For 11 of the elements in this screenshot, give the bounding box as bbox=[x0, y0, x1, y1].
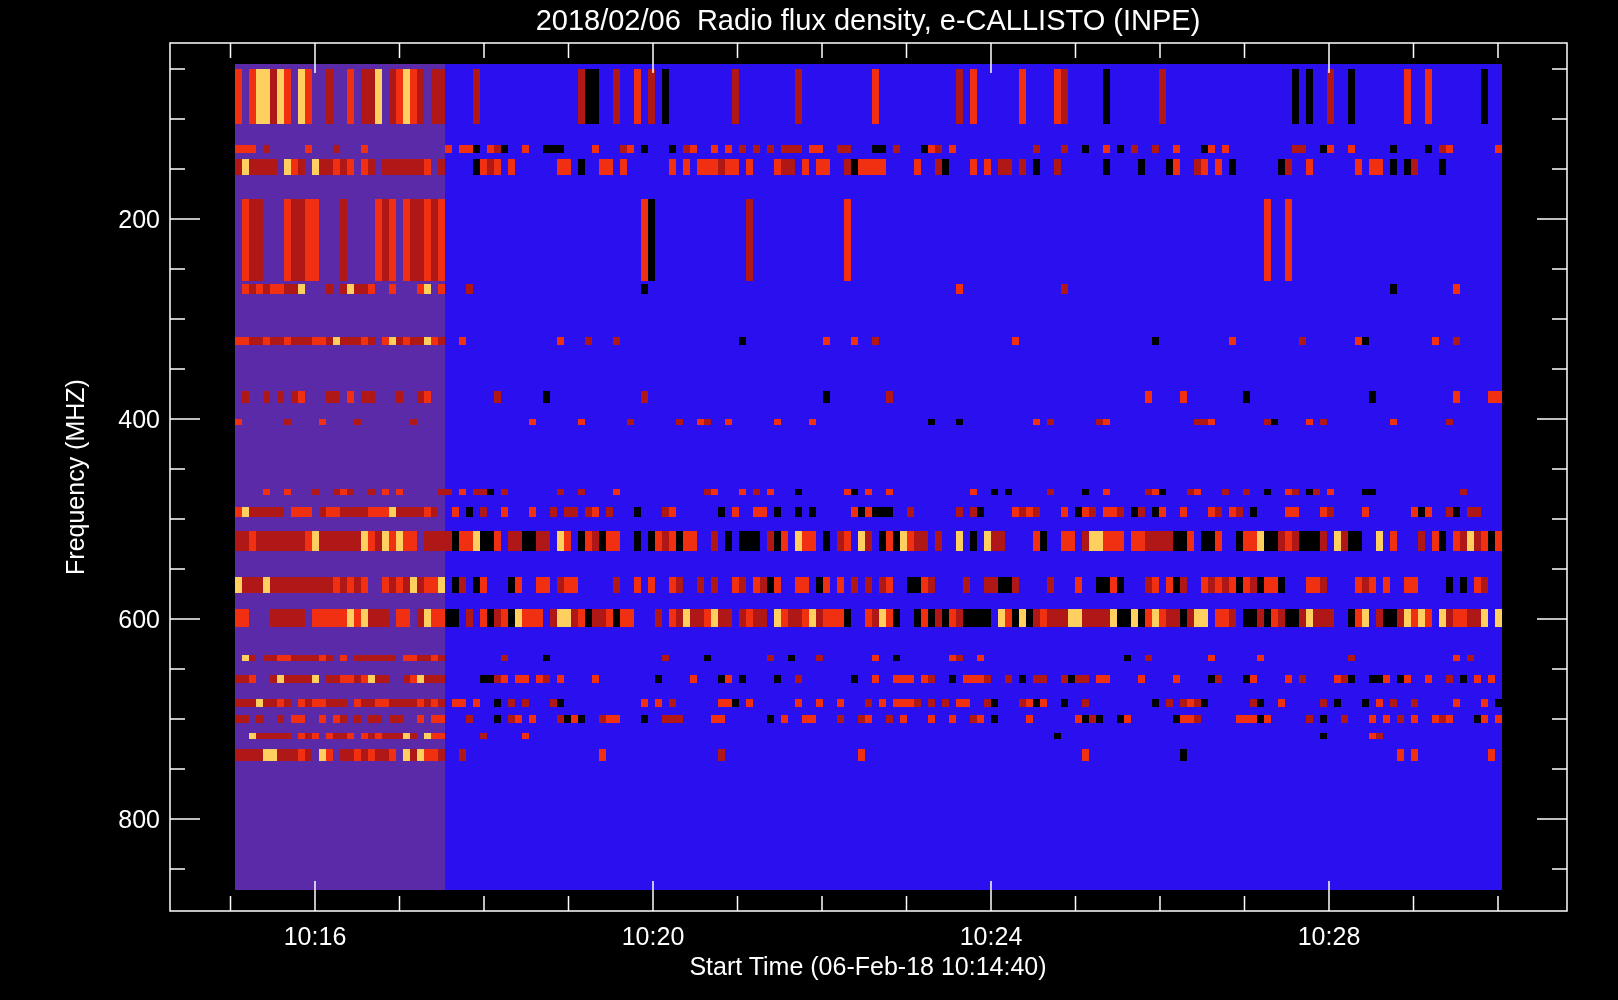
x-tick-label: 10:16 bbox=[283, 922, 347, 950]
x-tick-label: 10:28 bbox=[1297, 922, 1361, 950]
y-tick-label: 600 bbox=[118, 605, 160, 633]
x-tick-label: 10:24 bbox=[959, 922, 1023, 950]
y-tick-label: 800 bbox=[118, 805, 160, 833]
x-tick-label: 10:20 bbox=[621, 922, 685, 950]
y-tick-label: 200 bbox=[118, 205, 160, 233]
x-axis-label: Start Time (06-Feb-18 10:14:40) bbox=[689, 952, 1047, 980]
y-tick-label: 400 bbox=[118, 405, 160, 433]
y-axis-label: Frequency (MHZ) bbox=[61, 379, 89, 575]
chart-title: 2018/02/06 Radio flux density, e-CALLISTO (INPE) bbox=[535, 4, 1201, 36]
